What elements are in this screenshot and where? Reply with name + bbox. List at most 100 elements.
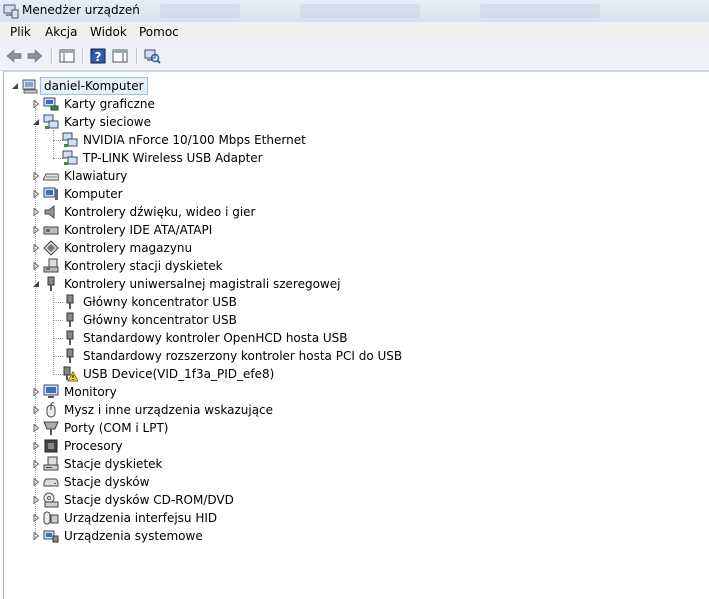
expand-arrow-icon[interactable] xyxy=(32,226,40,234)
tree-device-label: Standardowy kontroler OpenHCD hosta USB xyxy=(83,331,348,345)
expand-arrow-icon[interactable] xyxy=(32,100,40,108)
collapse-arrow-icon[interactable] xyxy=(32,280,40,288)
tree-item-label: Klawiatury xyxy=(64,169,128,183)
tree-item-label: Stacje dyskietek xyxy=(64,457,163,471)
tree-item-label: Procesory xyxy=(64,439,123,453)
tree-item-label: Urządzenia systemowe xyxy=(64,529,203,543)
tree-item-floppy-drives[interactable]: Stacje dyskietek xyxy=(4,455,304,473)
floppy-drive-icon xyxy=(43,456,59,471)
expand-arrow-icon[interactable] xyxy=(32,496,40,504)
tree-device-openhcd-controller[interactable]: Standardowy kontroler OpenHCD hosta USB xyxy=(4,329,404,347)
menu-file[interactable]: Plik xyxy=(10,25,31,39)
hid-icon xyxy=(43,511,59,525)
menu-action[interactable]: Akcja xyxy=(45,25,77,39)
menu-help[interactable]: Pomoc xyxy=(139,25,179,39)
usb-warning-icon xyxy=(63,366,78,382)
usb-icon xyxy=(66,348,74,363)
storage-controller-icon xyxy=(43,240,59,256)
network-adapter-icon xyxy=(62,150,78,165)
menu-bar: Plik Akcja Widok Pomoc xyxy=(0,22,709,42)
tree-item-mice[interactable]: Mysz i inne urządzenia wskazujące xyxy=(4,401,304,419)
toolbar-separator xyxy=(51,48,53,64)
system-devices-icon xyxy=(43,530,59,543)
tree-device-tplink-wireless[interactable]: TP-LINK Wireless USB Adapter xyxy=(4,149,404,167)
tree-item-hid[interactable]: Urządzenia interfejsu HID xyxy=(4,509,304,527)
tree-item-cdrom-drives[interactable]: Stacje dysków CD-ROM/DVD xyxy=(4,491,304,509)
collapse-arrow-icon[interactable] xyxy=(32,118,40,126)
floppy-controller-icon xyxy=(43,258,59,273)
tree-item-network-adapters[interactable]: Karty sieciowe xyxy=(4,113,304,131)
processor-icon xyxy=(44,439,58,453)
tree-item-label: Mysz i inne urządzenia wskazujące xyxy=(64,403,274,417)
help-icon[interactable]: ? xyxy=(89,47,107,65)
tree-item-floppy-controllers[interactable]: Kontrolery stacji dyskietek xyxy=(4,257,304,275)
tree-device-label: Główny koncentrator USB xyxy=(83,295,237,309)
tree-item-display-adapters[interactable]: Karty graficzne xyxy=(4,95,304,113)
expand-arrow-icon[interactable] xyxy=(32,514,40,522)
tree-device-usb-root-hub[interactable]: Główny koncentrator USB xyxy=(4,293,404,311)
expand-arrow-icon[interactable] xyxy=(32,406,40,414)
tree-item-computer[interactable]: Komputer xyxy=(4,185,304,203)
expand-arrow-icon[interactable] xyxy=(32,208,40,216)
tree-item-usb-controllers[interactable]: Kontrolery uniwersalnej magistrali szere… xyxy=(4,275,404,293)
tree-item-label: Kontrolery stacji dyskietek xyxy=(64,259,223,273)
network-adapter-icon xyxy=(62,132,78,147)
back-icon[interactable] xyxy=(5,47,23,65)
tree-device-label: NVIDIA nForce 10/100 Mbps Ethernet xyxy=(83,133,306,147)
tree-item-label: Stacje dysków CD-ROM/DVD xyxy=(64,493,234,507)
tree-item-label: Kontrolery dźwięku, wideo i gier xyxy=(64,205,256,219)
expand-arrow-icon[interactable] xyxy=(32,478,40,486)
properties-pane-icon[interactable] xyxy=(58,47,76,65)
expand-arrow-icon[interactable] xyxy=(32,244,40,252)
scan-hardware-icon[interactable] xyxy=(143,47,161,65)
disk-drive-icon xyxy=(43,478,59,487)
network-adapter-icon xyxy=(43,114,59,129)
tree-device-label: Standardowy rozszerzony kontroler hosta … xyxy=(83,349,403,363)
expand-arrow-icon[interactable] xyxy=(32,532,40,540)
tree-device-label: TP-LINK Wireless USB Adapter xyxy=(83,151,263,165)
tree-item-label: Kontrolery uniwersalnej magistrali szere… xyxy=(64,277,341,291)
tree-item-label: Monitory xyxy=(64,385,117,399)
device-tree[interactable]: daniel-Komputer Karty graficzne Karty si… xyxy=(3,71,709,599)
tree-device-label: USB Device(VID_1f3a_PID_efe8) xyxy=(83,367,275,381)
expand-arrow-icon[interactable] xyxy=(32,424,40,432)
usb-icon xyxy=(66,294,74,309)
title-bar-backdrop xyxy=(160,4,240,18)
tree-root[interactable]: daniel-Komputer xyxy=(4,77,264,95)
tree-item-label: Stacje dysków xyxy=(64,475,150,489)
display-adapter-icon xyxy=(43,97,59,111)
tree-device-label: Główny koncentrator USB xyxy=(83,313,237,327)
keyboard-icon xyxy=(43,173,59,181)
expand-arrow-icon[interactable] xyxy=(32,190,40,198)
mouse-icon xyxy=(46,402,56,418)
tree-item-ide-controllers[interactable]: Kontrolery IDE ATA/ATAPI xyxy=(4,221,304,239)
usb-icon xyxy=(66,330,74,345)
expand-arrow-icon[interactable] xyxy=(32,388,40,396)
tree-item-disk-drives[interactable]: Stacje dysków xyxy=(4,473,304,491)
forward-icon[interactable] xyxy=(26,47,44,65)
tree-item-system-devices[interactable]: Urządzenia systemowe xyxy=(4,527,304,545)
tree-item-processors[interactable]: Procesory xyxy=(4,437,304,455)
tree-item-keyboards[interactable]: Klawiatury xyxy=(4,167,304,185)
menu-view[interactable]: Widok xyxy=(90,25,127,39)
toolbar-separator xyxy=(136,48,138,64)
expand-arrow-icon[interactable] xyxy=(32,460,40,468)
monitor-icon xyxy=(43,384,59,398)
tree-device-usb-root-hub[interactable]: Główny koncentrator USB xyxy=(4,311,404,329)
collapse-arrow-icon[interactable] xyxy=(11,82,19,90)
tree-item-ports[interactable]: Porty (COM i LPT) xyxy=(4,419,304,437)
expand-arrow-icon[interactable] xyxy=(32,262,40,270)
tree-device-enhanced-pci-usb[interactable]: Standardowy rozszerzony kontroler hosta … xyxy=(4,347,404,365)
tree-item-storage-controllers[interactable]: Kontrolery magazynu xyxy=(4,239,304,257)
console-tree-icon[interactable] xyxy=(111,47,129,65)
tree-item-monitors[interactable]: Monitory xyxy=(4,383,304,401)
tree-device-nvidia-ethernet[interactable]: NVIDIA nForce 10/100 Mbps Ethernet xyxy=(4,131,404,149)
computer-icon xyxy=(22,79,38,94)
title-bar-backdrop xyxy=(480,4,600,18)
usb-icon xyxy=(66,312,74,327)
expand-arrow-icon[interactable] xyxy=(32,442,40,450)
tree-root-label[interactable]: daniel-Komputer xyxy=(40,77,148,95)
expand-arrow-icon[interactable] xyxy=(32,172,40,180)
tree-item-sound-controllers[interactable]: Kontrolery dźwięku, wideo i gier xyxy=(4,203,304,221)
tree-device-usb-unknown[interactable]: USB Device(VID_1f3a_PID_efe8) xyxy=(4,365,404,383)
